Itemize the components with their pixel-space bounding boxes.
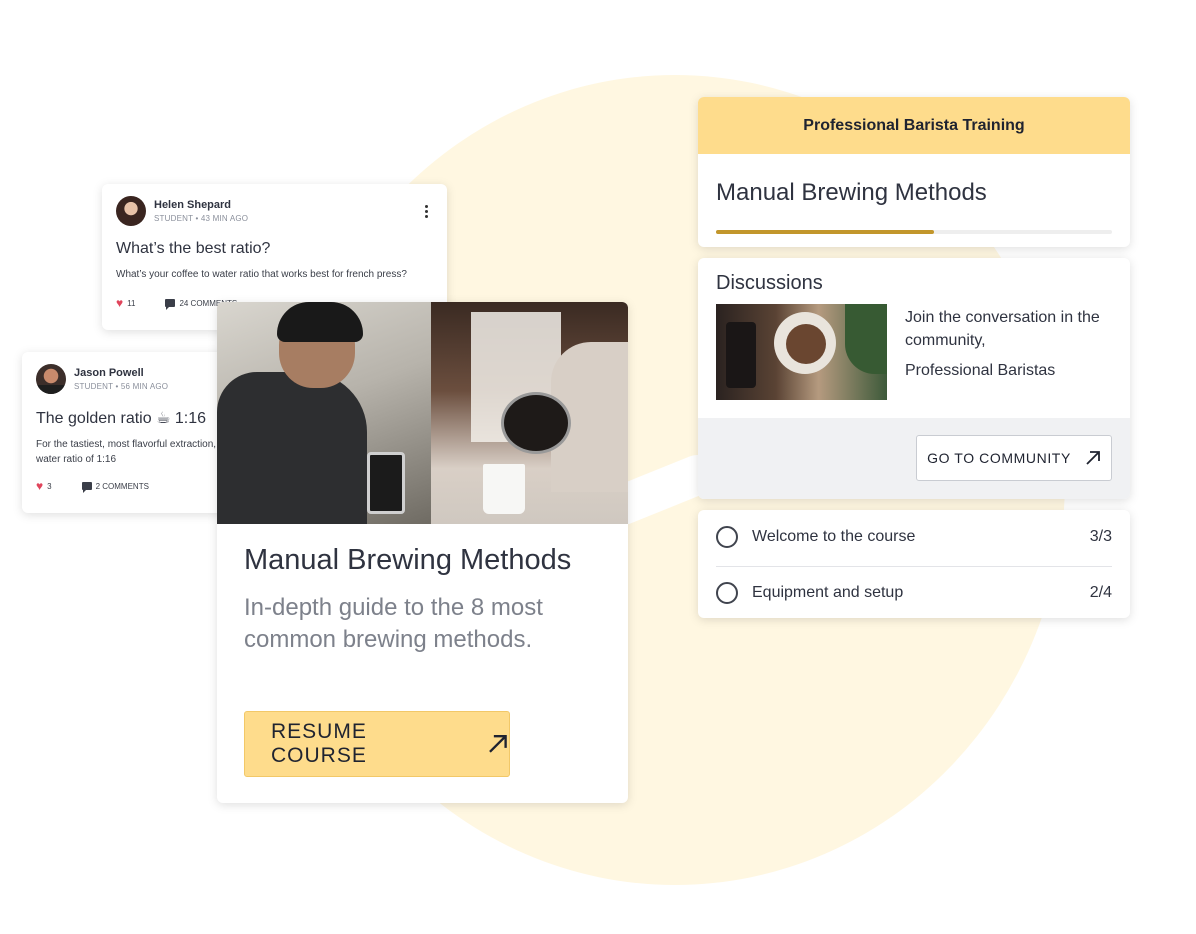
program-title: Professional Barista Training [698,97,1130,154]
heart-icon[interactable]: ♥ [36,479,43,493]
like-count: 11 [127,298,136,308]
discussion-text: Join the conversation in the community, [905,309,1100,349]
arrow-up-right-icon [1086,451,1100,465]
resume-course-button[interactable]: RESUME COURSE [244,711,510,777]
avatar [116,196,146,226]
go-to-community-label: GO TO COMMUNITY [927,450,1071,466]
post-author: Helen Shepard [154,199,232,211]
progress-fill [716,230,934,234]
course-title: Manual Brewing Methods [244,544,572,576]
like-count: 3 [47,481,52,491]
comment-icon [81,482,92,493]
circle-icon [716,526,738,548]
progress-bar [716,230,1112,234]
arrow-up-right-icon [489,734,508,753]
lesson-count: 2/4 [1089,584,1112,601]
course-card[interactable]: Manual Brewing Methods In-depth guide to… [217,302,628,803]
course-image [217,302,628,524]
course-subtitle: In-depth guide to the 8 most common brew… [244,594,543,653]
lesson-item[interactable]: Equipment and setup 2/4 [716,566,1112,620]
post-timestamp: STUDENT • 56 MIN AGO [74,382,169,391]
course-header-card: Professional Barista Training Manual Bre… [698,97,1130,247]
post-title: What’s the best ratio? [116,240,271,257]
lesson-label: Welcome to the course [752,528,916,545]
discussion-footer: GO TO COMMUNITY [698,418,1130,499]
pour-photo [431,302,628,524]
barista-photo [217,302,431,524]
post-meta: Helen Shepard STUDENT • 43 MIN AGO [154,199,248,223]
lesson-item[interactable]: Welcome to the course 3/3 [716,510,1112,564]
heart-icon[interactable]: ♥ [116,296,123,310]
discussions-title: Discussions [716,272,823,294]
post-meta: Jason Powell STUDENT • 56 MIN AGO [74,367,168,391]
discussions-card: Discussions Join the conversation in the… [698,258,1130,499]
comment-icon [165,299,176,310]
post-body: What’s your coffee to water ratio that w… [116,269,407,280]
go-to-community-button[interactable]: GO TO COMMUNITY [916,435,1112,481]
lesson-label: Equipment and setup [752,584,904,601]
avatar [36,364,66,394]
kebab-menu-icon[interactable] [419,204,433,218]
resume-course-label: RESUME COURSE [271,720,367,767]
lesson-count: 3/3 [1089,528,1112,545]
lessons-card: Welcome to the course 3/3 Equipment and … [698,510,1130,618]
community-name: Professional Baristas [905,362,1056,379]
post-timestamp: STUDENT • 43 MIN AGO [154,214,249,223]
course-title: Manual Brewing Methods [716,179,987,206]
comment-count[interactable]: 2 COMMENTS [96,482,149,491]
discussion-image [716,304,887,400]
post-header: Helen Shepard STUDENT • 43 MIN AGO [116,196,433,226]
post-author: Jason Powell [74,367,144,379]
circle-icon [716,582,738,604]
